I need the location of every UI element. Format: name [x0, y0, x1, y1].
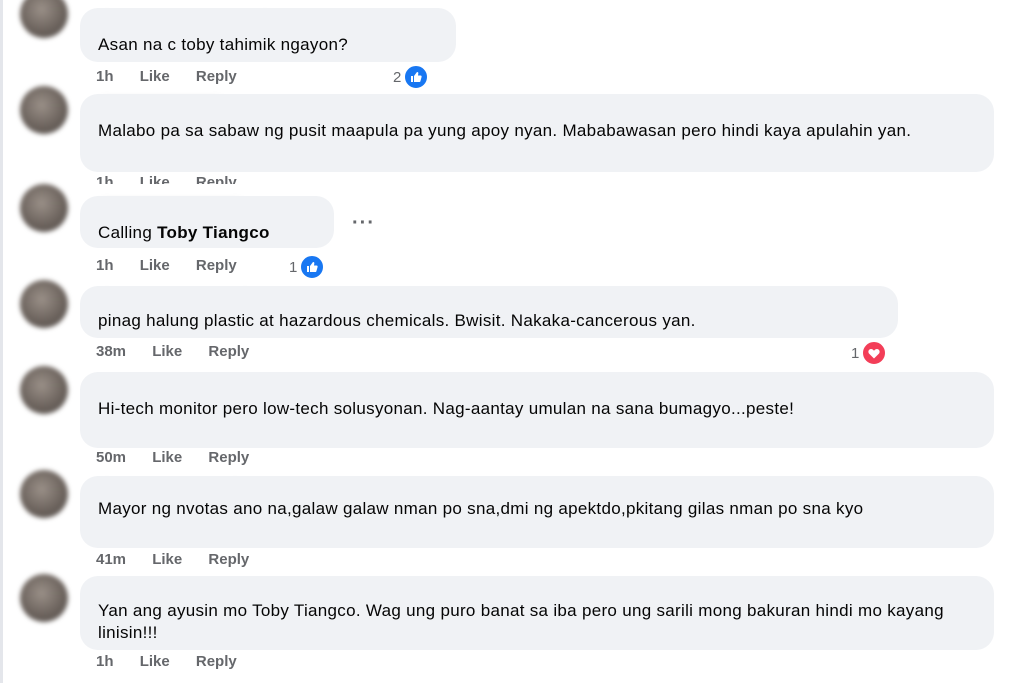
- like-icon: [403, 64, 430, 90]
- avatar[interactable]: [20, 366, 68, 414]
- comment-bubble: Mayor ng nvotas ano na,galaw galaw nman …: [80, 476, 994, 548]
- comment-time: 1h: [96, 653, 114, 670]
- reply-button[interactable]: Reply: [208, 343, 249, 360]
- like-icon: [299, 254, 326, 280]
- comment-time: 1h: [96, 174, 114, 184]
- comment-text: Mayor ng nvotas ano na,galaw galaw nman …: [98, 499, 864, 518]
- comment-actions: 41m Like Reply: [96, 551, 271, 568]
- reply-button[interactable]: Reply: [208, 551, 249, 568]
- comment-time: 50m: [96, 449, 127, 466]
- avatar[interactable]: [20, 86, 68, 134]
- comment-actions: 38m Like Reply: [96, 343, 271, 360]
- like-button[interactable]: Like: [152, 449, 182, 466]
- comment-bubble: Yan ang ayusin mo Toby Tiangco. Wag ung …: [80, 576, 994, 650]
- window-edge: [0, 0, 3, 683]
- comment-actions: 1h Like Reply: [96, 653, 259, 670]
- comment-text: Hi-tech monitor pero low-tech solusyonan…: [98, 399, 795, 418]
- reaction-summary[interactable]: 2: [393, 64, 430, 90]
- reaction-count: 2: [393, 68, 402, 86]
- like-button[interactable]: Like: [140, 653, 170, 670]
- comment-actions: 50m Like Reply: [96, 449, 271, 466]
- reply-button[interactable]: Reply: [196, 68, 237, 85]
- reply-button[interactable]: Reply: [196, 653, 237, 670]
- like-button[interactable]: Like: [140, 68, 170, 85]
- avatar[interactable]: [20, 470, 68, 518]
- comment-text: Asan na c toby tahimik ngayon?: [98, 35, 348, 54]
- avatar[interactable]: [20, 574, 68, 622]
- avatar[interactable]: [20, 280, 68, 328]
- comment-time: 1h: [96, 257, 114, 274]
- comment-time: 41m: [96, 551, 127, 568]
- like-button[interactable]: Like: [140, 174, 170, 184]
- reaction-count: 1: [289, 258, 298, 276]
- comment-bubble: Asan na c toby tahimik ngayon?: [80, 8, 456, 62]
- comment-text: Yan ang ayusin mo Toby Tiangco. Wag ung …: [98, 601, 944, 642]
- comment-text: pinag halung plastic at hazardous chemic…: [98, 311, 696, 330]
- reply-button[interactable]: Reply: [208, 449, 249, 466]
- reaction-summary[interactable]: 1: [851, 340, 888, 366]
- comment-actions: 1h Like Reply: [96, 174, 259, 184]
- comment-bubble: pinag halung plastic at hazardous chemic…: [80, 286, 898, 338]
- comment-bubble: Hi-tech monitor pero low-tech solusyonan…: [80, 372, 994, 448]
- comment-time: 1h: [96, 68, 114, 85]
- reply-button[interactable]: Reply: [196, 174, 237, 184]
- heart-icon: [861, 340, 888, 366]
- reaction-summary[interactable]: 1: [289, 254, 326, 280]
- comment-bubble: Malabo pa sa sabaw ng pusit maapula pa y…: [80, 94, 994, 172]
- reply-button[interactable]: Reply: [196, 257, 237, 274]
- comment-text: Calling Toby Tiangco: [98, 196, 316, 244]
- comment-time: 38m: [96, 343, 127, 360]
- mention-link[interactable]: Toby Tiangco: [157, 223, 270, 242]
- avatar[interactable]: [20, 184, 68, 232]
- like-button[interactable]: Like: [152, 551, 182, 568]
- comment-text: Malabo pa sa sabaw ng pusit maapula pa y…: [98, 121, 912, 140]
- like-button[interactable]: Like: [152, 343, 182, 360]
- reaction-count: 1: [851, 344, 860, 362]
- like-button[interactable]: Like: [140, 257, 170, 274]
- avatar[interactable]: [20, 0, 68, 38]
- comment-text-prefix: Calling: [98, 223, 158, 242]
- comment-bubble: Calling Toby Tiangco: [80, 196, 334, 248]
- comment-actions: 1h Like Reply: [96, 68, 259, 85]
- more-options-icon[interactable]: ···: [352, 212, 375, 235]
- comment-actions: 1h Like Reply: [96, 257, 259, 274]
